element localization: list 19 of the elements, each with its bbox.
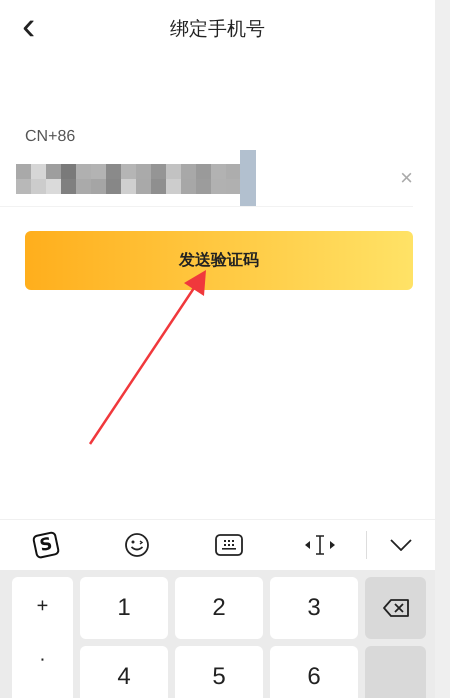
- backspace-icon: [382, 598, 410, 618]
- digit-key[interactable]: 4: [80, 646, 168, 698]
- page-title: 绑定手机号: [170, 17, 265, 42]
- digit-key[interactable]: 1: [80, 577, 168, 639]
- backspace-key[interactable]: [365, 577, 426, 639]
- digit-key[interactable]: 5: [175, 646, 263, 698]
- digit-key[interactable]: 3: [270, 577, 358, 639]
- back-button[interactable]: ‹: [22, 4, 36, 48]
- digit-key[interactable]: 6: [270, 646, 358, 698]
- smiley-icon[interactable]: [124, 532, 150, 558]
- country-code[interactable]: CN+86: [25, 128, 76, 146]
- send-code-button[interactable]: 发送验证码: [25, 231, 413, 290]
- symbol-key[interactable]: +: [36, 595, 48, 618]
- chevron-down-icon[interactable]: [390, 539, 412, 551]
- symbol-key[interactable]: ·: [39, 648, 46, 671]
- cursor-move-icon[interactable]: [304, 534, 336, 556]
- digit-key[interactable]: 2: [175, 577, 263, 639]
- input-method-logo[interactable]: S: [31, 530, 60, 560]
- keyboard-icon[interactable]: [214, 534, 243, 556]
